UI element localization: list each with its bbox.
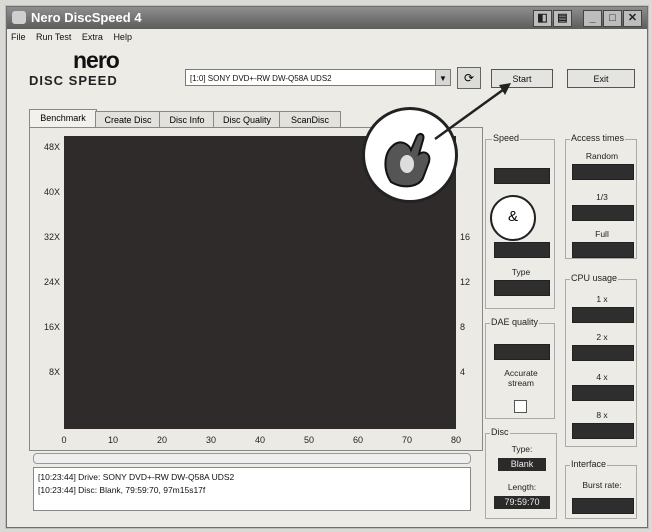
x-tick-label: 20 xyxy=(157,435,167,445)
drag-hint-icon: & xyxy=(490,195,536,241)
dae-quality-label: DAE quality xyxy=(490,317,540,327)
tab-create-disc[interactable]: Create Disc xyxy=(95,111,161,128)
type-display xyxy=(494,280,550,296)
cpu-2x-label: 2 x xyxy=(596,332,608,342)
x-tick-label: 40 xyxy=(255,435,265,445)
pointer-arrow xyxy=(434,83,511,141)
disc-type-label: Type: xyxy=(511,444,533,454)
disc-label: Disc xyxy=(490,427,510,437)
drive-selected-value: [1:0] SONY DVD+-RW DW-Q58A UDS2 xyxy=(190,74,332,83)
dae-quality-panel: DAE quality Accurate stream xyxy=(485,317,555,419)
x-tick-label: 0 xyxy=(61,435,66,445)
burst-rate-display xyxy=(572,498,634,514)
menu-help[interactable]: Help xyxy=(113,32,132,42)
x-tick-label: 60 xyxy=(353,435,363,445)
minimize-icon[interactable]: _ xyxy=(583,10,602,27)
accurate-stream-checkbox[interactable] xyxy=(514,400,527,413)
menu-icon[interactable]: ▤ xyxy=(553,10,572,27)
y-left-tick-label: 32X xyxy=(44,232,60,242)
y-right-tick-label: 4 xyxy=(460,367,465,377)
y-left-tick-label: 8X xyxy=(49,367,60,377)
random-label: Random xyxy=(585,151,619,161)
x-tick-label: 50 xyxy=(304,435,314,445)
disc-length-label: Length: xyxy=(507,482,537,492)
cpu-usage-label: CPU usage xyxy=(570,273,619,283)
tab-disc-quality[interactable]: Disc Quality xyxy=(213,111,281,128)
menu-bar: File Run Test Extra Help xyxy=(11,32,140,42)
speed-display-2 xyxy=(494,242,550,258)
y-left-tick-label: 48X xyxy=(44,142,60,152)
burst-rate-label: Burst rate: xyxy=(582,480,622,490)
cpu-4x-display xyxy=(572,385,634,401)
x-tick-label: 80 xyxy=(451,435,461,445)
speed-display xyxy=(494,168,550,184)
cpu-2x-display xyxy=(572,345,634,361)
random-display xyxy=(572,164,634,180)
close-icon[interactable]: ✕ xyxy=(623,10,642,27)
tab-disc-info[interactable]: Disc Info xyxy=(159,111,215,128)
x-tick-label: 10 xyxy=(108,435,118,445)
log-entry: [10:23:44] Disc: Blank, 79:59:70, 97m15s… xyxy=(38,485,206,495)
cpu-1x-label: 1 x xyxy=(596,294,608,304)
disc-panel: Disc Type: Blank Length: 79:59:70 xyxy=(485,427,557,519)
app-icon xyxy=(12,11,26,24)
app-window: Nero DiscSpeed 4 ◧ ▤ _ □ ✕ File Run Test… xyxy=(6,6,648,528)
accurate-stream-label: Accurate stream xyxy=(504,368,538,388)
disc-type-value: Blank xyxy=(498,458,546,471)
cpu-8x-display xyxy=(572,423,634,439)
logo-top-text: nero xyxy=(73,47,120,73)
y-left-tick-label: 24X xyxy=(44,277,60,287)
access-times-label: Access times xyxy=(570,133,626,143)
log-list: [10:23:44] Drive: SONY DVD+-RW DW-Q58A U… xyxy=(33,467,471,511)
y-right-tick-label: 16 xyxy=(460,232,470,242)
third-display xyxy=(572,205,634,221)
y-right-tick-label: 12 xyxy=(460,277,470,287)
cpu-usage-panel: CPU usage 1 x 2 x 4 x 8 x xyxy=(565,273,637,447)
y-left-tick-label: 16X xyxy=(44,322,60,332)
title-bar: Nero DiscSpeed 4 ◧ ▤ _ □ ✕ xyxy=(7,7,647,29)
type-label: Type xyxy=(511,267,531,277)
logo-bottom-text: DISC SPEED xyxy=(29,73,118,88)
disc-length-value: 79:59:70 xyxy=(494,496,550,509)
full-display xyxy=(572,242,634,258)
full-label: Full xyxy=(595,229,609,239)
y-right-tick-label: 8 xyxy=(460,322,465,332)
interface-panel: Interface Burst rate: xyxy=(565,459,637,519)
menu-file[interactable]: File xyxy=(11,32,26,42)
maximize-icon[interactable]: □ xyxy=(603,10,622,27)
cpu-4x-label: 4 x xyxy=(596,372,608,382)
cpu-1x-display xyxy=(572,307,634,323)
exit-button[interactable]: Exit xyxy=(567,69,635,88)
y-left-tick-label: 40X xyxy=(44,187,60,197)
drive-select[interactable]: [1:0] SONY DVD+-RW DW-Q58A UDS2 ▼ xyxy=(185,69,451,86)
progress-bar xyxy=(33,453,471,464)
window-title: Nero DiscSpeed 4 xyxy=(31,10,142,25)
tab-scandisc[interactable]: ScanDisc xyxy=(279,111,341,128)
restore-icon[interactable]: ◧ xyxy=(533,10,552,27)
access-times-panel: Access times Random 1/3 Full xyxy=(565,133,637,259)
x-tick-label: 30 xyxy=(206,435,216,445)
dae-display xyxy=(494,344,550,360)
menu-extra[interactable]: Extra xyxy=(82,32,103,42)
nero-logo: nero DISC SPEED xyxy=(29,47,169,93)
x-tick-label: 70 xyxy=(402,435,412,445)
tab-benchmark[interactable]: Benchmark xyxy=(29,109,97,128)
third-label: 1/3 xyxy=(596,192,608,202)
interface-label: Interface xyxy=(570,459,608,469)
cpu-8x-label: 8 x xyxy=(596,410,608,420)
menu-run-test[interactable]: Run Test xyxy=(36,32,71,42)
log-entry: [10:23:44] Drive: SONY DVD+-RW DW-Q58A U… xyxy=(38,472,235,482)
